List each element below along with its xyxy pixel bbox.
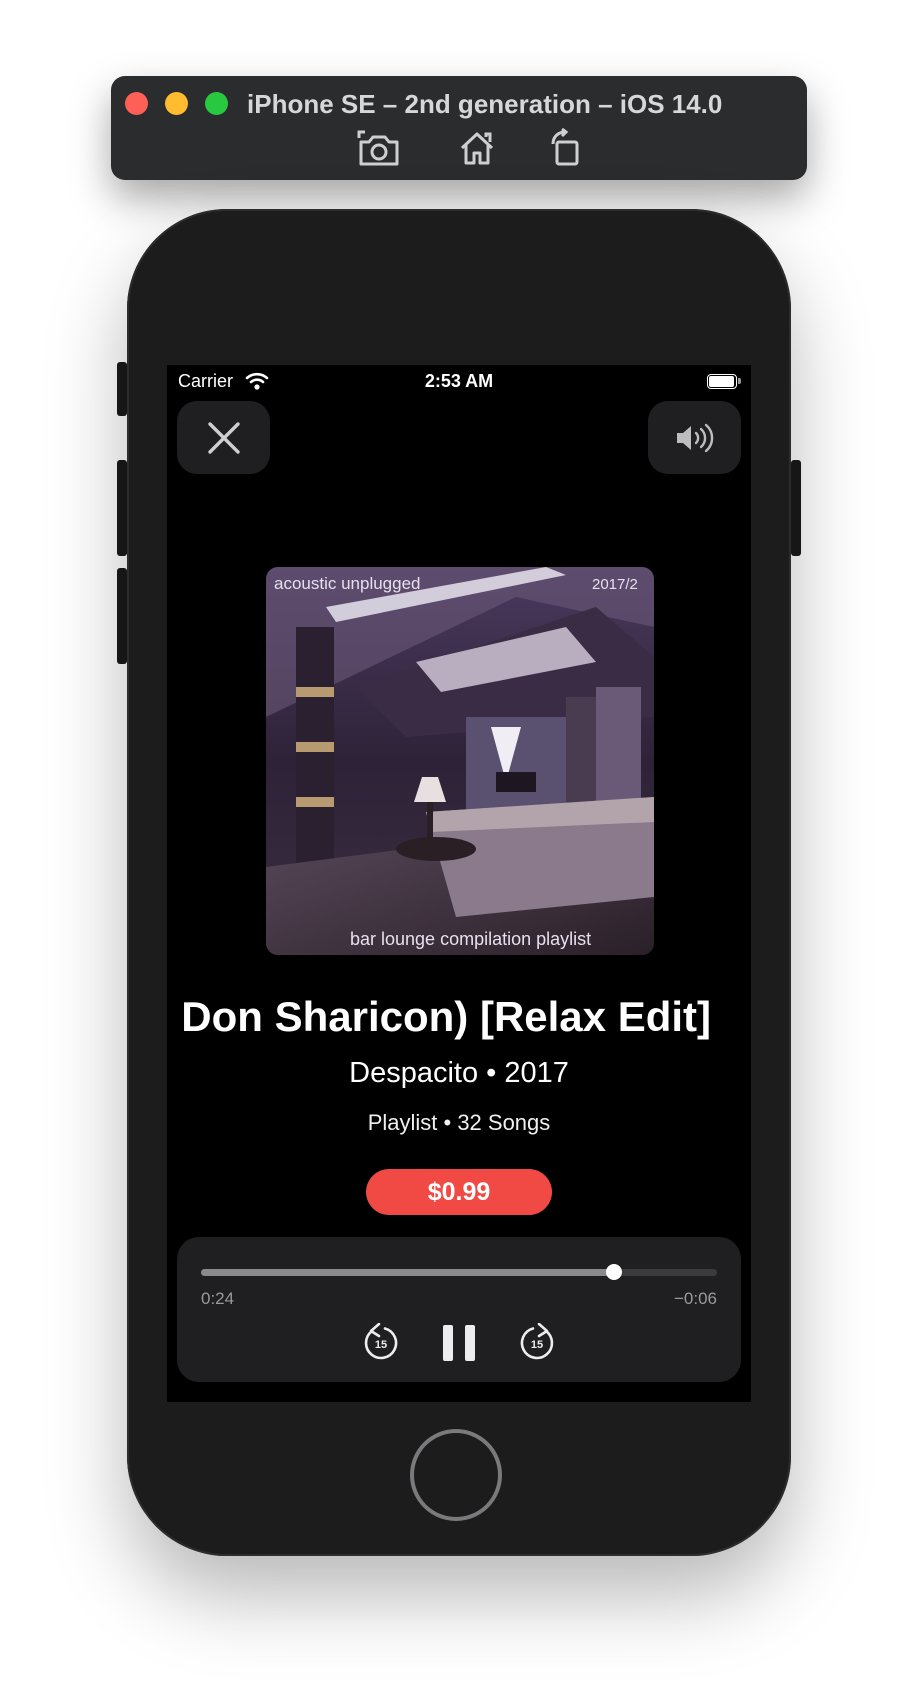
player-controls: 0:24 −0:06 15 15 [177, 1237, 741, 1382]
artwork-text-bottom: bar lounge compilation playlist [350, 929, 591, 949]
elapsed-time: 0:24 [201, 1289, 235, 1308]
home-icon [460, 132, 494, 165]
progress-fill [201, 1269, 614, 1276]
song-title-marquee: Don Sharicon) [Relax Edit] [167, 989, 751, 1045]
song-title: Don Sharicon) [Relax Edit] [181, 993, 711, 1040]
simulator-title: iPhone SE – 2nd generation – iOS 14.0 [247, 89, 723, 119]
artwork-text-top-left: acoustic unplugged [274, 574, 421, 593]
minimize-window-button[interactable] [165, 92, 188, 115]
skip-forward-15-icon: 15 [520, 1323, 554, 1360]
skip-back-button[interactable]: 15 [353, 1315, 409, 1371]
status-time: 2:53 AM [424, 371, 494, 391]
mute-switch[interactable] [117, 362, 127, 416]
remaining-time: −0:06 [673, 1289, 717, 1308]
close-icon [207, 421, 240, 454]
skip-back-15-icon: 15 [364, 1323, 398, 1360]
pause-button[interactable] [409, 1315, 509, 1371]
album-subtitle: Despacito • 2017 [349, 1057, 569, 1089]
speaker-icon [676, 423, 713, 452]
screenshot-icon [357, 130, 399, 166]
home-button[interactable] [410, 1429, 502, 1521]
skip-forward-seconds: 15 [531, 1339, 543, 1351]
close-button[interactable] [177, 401, 270, 474]
power-button[interactable] [791, 460, 801, 556]
buy-price-button[interactable]: $0.99 [366, 1169, 552, 1215]
progress-slider[interactable] [201, 1264, 717, 1280]
progress-knob[interactable] [605, 1264, 622, 1280]
pause-icon [443, 1325, 475, 1361]
volume-up-hardware-button[interactable] [117, 460, 127, 556]
skip-forward-button[interactable]: 15 [509, 1315, 565, 1371]
close-window-button[interactable] [125, 92, 148, 115]
skip-back-seconds: 15 [375, 1339, 387, 1351]
album-artwork: acoustic unplugged 2017/2 bar lounge com… [266, 567, 654, 955]
home-tool-button[interactable] [454, 126, 500, 170]
screenshot-button[interactable] [356, 126, 402, 170]
status-bar: Carrier 2:53 AM [167, 365, 751, 397]
zoom-window-button[interactable] [205, 92, 228, 115]
rotate-icon [551, 128, 579, 166]
screen: Carrier 2:53 AM acoustic unplugged 2017/… [167, 365, 751, 1402]
artwork-text-top-right: 2017/2 [592, 576, 638, 593]
playlist-meta: Playlist • 32 Songs [367, 1110, 551, 1135]
volume-down-hardware-button[interactable] [117, 568, 127, 664]
volume-button[interactable] [648, 401, 741, 474]
simulator-title-bar: iPhone SE – 2nd generation – iOS 14.0 [111, 76, 807, 180]
battery-icon [707, 374, 741, 389]
rotate-button[interactable] [542, 126, 588, 170]
